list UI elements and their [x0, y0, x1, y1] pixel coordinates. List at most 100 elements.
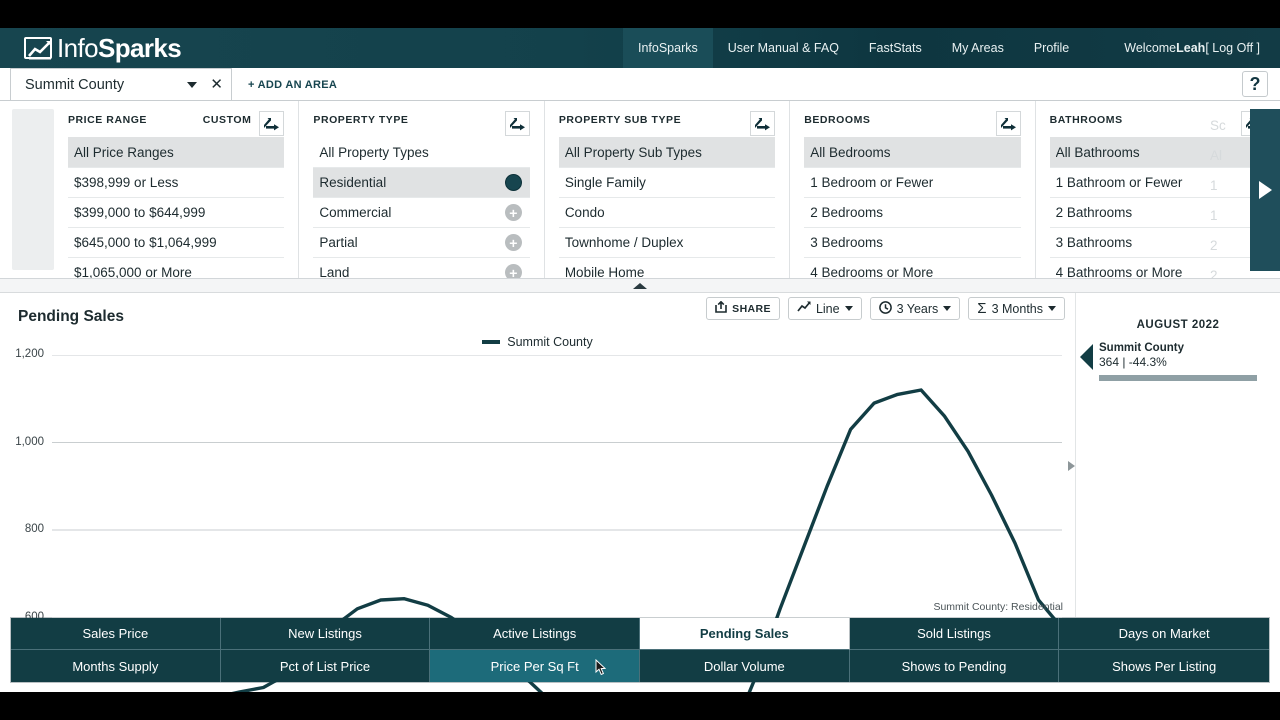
chart-type-selector[interactable]: Line: [787, 297, 862, 320]
chart-region: Pending Sales SHARE Line 3 Years Σ 3 Mon…: [0, 293, 1280, 692]
filter-option-label: Residential: [319, 175, 387, 190]
chart-toolbar: SHARE Line 3 Years Σ 3 Months: [706, 297, 1065, 320]
aggregation-label: 3 Months: [991, 301, 1043, 316]
help-icon[interactable]: ?: [1242, 71, 1268, 97]
export-icon[interactable]: [995, 111, 1021, 136]
filter-option[interactable]: Townhome / Duplex: [558, 227, 776, 257]
nav-item-my-areas[interactable]: My Areas: [937, 28, 1019, 68]
aggregation-selector[interactable]: Σ 3 Months: [968, 297, 1065, 320]
filter-option[interactable]: $645,000 to $1,064,999: [68, 227, 285, 257]
filter-hidden-column-preview: Sc Al 1 1 2 2: [1210, 118, 1226, 279]
filter-option-label: 4 Bedrooms or More: [810, 265, 934, 279]
chart-title: Pending Sales: [18, 308, 124, 325]
filter-column-property-type: PROPERTY TYPE All Property Types Residenti…: [299, 101, 545, 278]
metric-tab-sales-price[interactable]: Sales Price: [11, 618, 221, 650]
add-plus-icon[interactable]: +: [504, 264, 522, 278]
filter-header: PROPERTY SUB TYPE: [559, 111, 776, 137]
filter-option-label: $398,999 or Less: [74, 175, 179, 190]
metric-tab-price-per-sq-ft[interactable]: Price Per Sq Ft: [430, 650, 640, 682]
metric-tab-new-listings[interactable]: New Listings: [220, 618, 431, 650]
clock-icon: [878, 300, 892, 317]
filter-option[interactable]: Mobile Home: [558, 257, 776, 278]
filter-scroll-left-placeholder[interactable]: [12, 109, 54, 270]
chevron-down-icon: [844, 306, 853, 311]
filter-option-label: All Property Sub Types: [564, 144, 702, 160]
metric-tab-months-supply[interactable]: Months Supply: [11, 650, 221, 682]
filter-option-label: Commercial: [319, 205, 392, 220]
add-plus-icon[interactable]: +: [504, 234, 522, 251]
filter-column-property-sub-type: PROPERTY SUB TYPE All Property Sub Types S…: [545, 101, 791, 278]
metric-tab-bar: Sales Price New Listings Active Listings Pe…: [0, 617, 1280, 683]
filter-option-label: $399,000 to $644,999: [74, 205, 206, 220]
chevron-down-icon: [1048, 306, 1056, 311]
share-button[interactable]: SHARE: [706, 297, 780, 320]
filter-option[interactable]: 4 Bedrooms or More: [804, 257, 1021, 279]
filter-option-label: All Bedrooms: [810, 144, 891, 160]
infosparks-logo[interactable]: InfoSparks: [24, 33, 182, 64]
filter-option[interactable]: 3 Bedrooms: [804, 227, 1021, 257]
nav-item-user-manual-faq[interactable]: User Manual & FAQ: [713, 28, 854, 68]
filter-option[interactable]: Commercial +: [313, 197, 530, 227]
filter-option[interactable]: Condo: [558, 197, 776, 227]
legend-swatch: [482, 340, 501, 344]
filter-option[interactable]: 1 Bedroom or Fewer: [804, 167, 1021, 197]
brand-wordmark: InfoSparks: [57, 33, 182, 64]
filter-option-label: Single Family: [564, 175, 646, 190]
selected-dot-icon[interactable]: [504, 174, 522, 191]
nav-item-infosparks[interactable]: InfoSparks: [623, 28, 713, 68]
filter-option[interactable]: Single Family: [558, 167, 776, 197]
export-icon[interactable]: [259, 111, 285, 136]
previous-period-arrow-icon[interactable]: [1080, 344, 1093, 370]
chevron-up-icon: [633, 282, 647, 289]
nav-item-profile[interactable]: Profile: [1019, 28, 1084, 68]
filter-scroll-right-button[interactable]: [1250, 109, 1280, 271]
filter-option-label: 2 Bedrooms: [810, 205, 884, 220]
metric-tab-shows-per-listing[interactable]: Shows Per Listing: [1059, 650, 1269, 682]
filter-option[interactable]: All Property Sub Types: [558, 137, 776, 167]
export-icon[interactable]: [750, 111, 776, 136]
mouse-cursor-icon: [595, 658, 608, 677]
period-label: 3 Years: [896, 301, 939, 316]
chart-main: Pending Sales SHARE Line 3 Years Σ 3 Mon…: [0, 293, 1075, 692]
add-area-button[interactable]: + ADD AN AREA: [248, 79, 337, 91]
welcome-user: Welcome Leah [ Log Off ]: [1084, 28, 1280, 68]
export-icon[interactable]: [504, 111, 530, 136]
filters-collapse-handle[interactable]: [0, 279, 1280, 293]
filter-option[interactable]: All Bedrooms: [804, 137, 1021, 167]
chart-logo-icon: [24, 37, 52, 60]
filter-option[interactable]: $398,999 or Less: [68, 167, 285, 197]
sigma-icon: Σ: [977, 300, 987, 317]
metric-tab-shows-to-pending[interactable]: Shows to Pending: [849, 650, 1060, 682]
chevron-down-icon[interactable]: [187, 81, 198, 88]
filter-option-label: All Property Types: [319, 144, 429, 160]
filter-option[interactable]: $1,065,000 or More: [68, 257, 285, 279]
nav-item-faststats[interactable]: FastStats: [854, 28, 937, 68]
metric-tab-pending-sales[interactable]: Pending Sales: [640, 618, 850, 650]
filter-option[interactable]: Partial +: [313, 227, 530, 257]
close-icon[interactable]: ✕: [210, 77, 223, 92]
filter-option[interactable]: 2 Bedrooms: [804, 197, 1021, 227]
metric-tab-active-listings[interactable]: Active Listings: [430, 618, 640, 650]
filter-option[interactable]: Land +: [313, 257, 530, 278]
period-selector[interactable]: 3 Years: [869, 297, 961, 320]
log-off-link[interactable]: [ Log Off ]: [1205, 41, 1260, 55]
metric-tab-pct-of-list-price[interactable]: Pct of List Price: [220, 650, 431, 682]
metric-tab-days-on-market[interactable]: Days on Market: [1059, 618, 1269, 650]
y-axis-tick-label: 800: [24, 523, 44, 535]
custom-range-button[interactable]: CUSTOM: [203, 111, 252, 126]
filter-title: BATHROOMS: [1049, 114, 1123, 126]
metric-tab-sold-listings[interactable]: Sold Listings: [849, 618, 1060, 650]
area-tab-summit-county[interactable]: Summit County ✕: [10, 68, 232, 100]
filter-option[interactable]: Residential: [313, 167, 530, 197]
summary-month: AUGUST 2022: [1136, 319, 1220, 331]
panel-collapse-icon[interactable]: [1068, 461, 1075, 471]
add-plus-icon[interactable]: +: [504, 204, 522, 221]
filter-header: BEDROOMS: [804, 111, 1021, 137]
filter-option[interactable]: All Price Ranges: [68, 137, 285, 167]
filter-title: PRICE RANGE: [68, 114, 147, 126]
filter-option[interactable]: $399,000 to $644,999: [68, 197, 285, 227]
filter-option[interactable]: All Property Types: [313, 137, 529, 167]
metric-tab-dollar-volume[interactable]: Dollar Volume: [640, 650, 850, 682]
filter-option-label: $1,065,000 or More: [74, 265, 192, 279]
welcome-prefix: Welcome: [1124, 41, 1177, 55]
